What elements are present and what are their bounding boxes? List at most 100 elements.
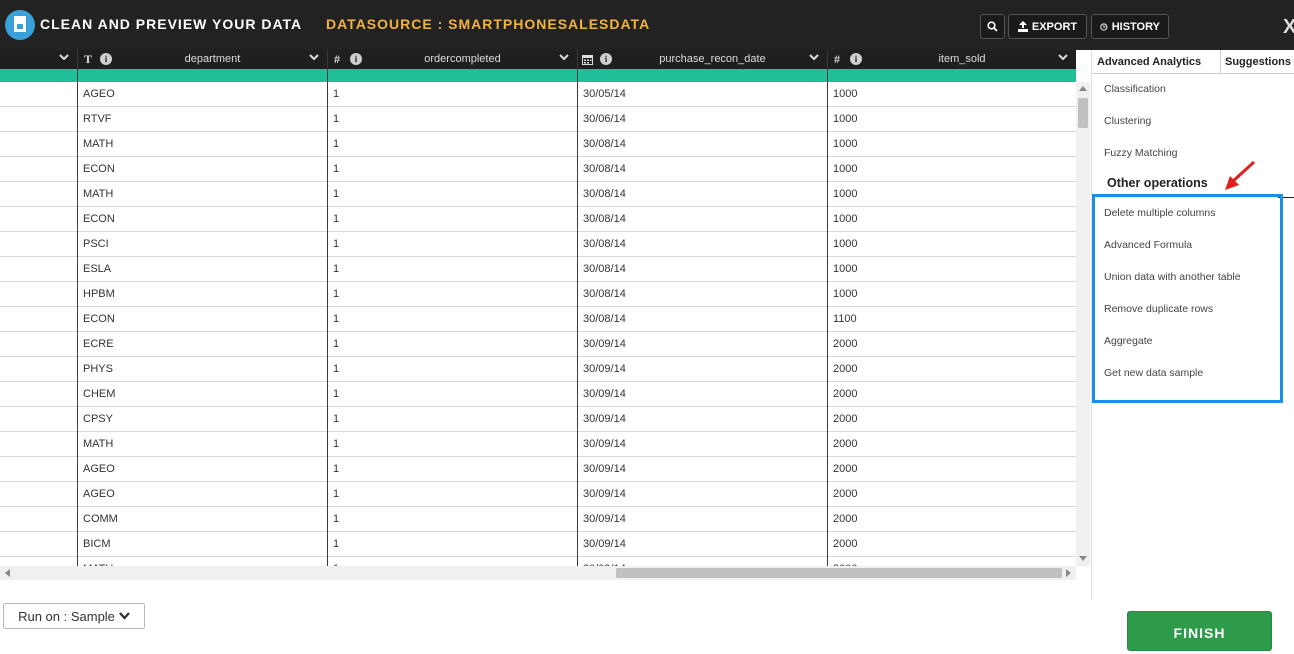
table-cell-date[interactable]: 30/09/14 [578,482,827,507]
table-cell[interactable] [0,282,77,307]
table-cell-ordercompleted[interactable]: 1 [328,482,577,507]
table-cell-item_sold[interactable]: 2000 [828,407,1076,432]
table-cell-item_sold[interactable]: 1000 [828,82,1076,107]
close-button[interactable]: X [1283,16,1294,39]
table-cell-department[interactable]: COMM [78,507,327,532]
table-cell-ordercompleted[interactable]: 1 [328,457,577,482]
table-cell[interactable] [0,82,77,107]
history-button[interactable]: HISTORY [1091,14,1169,39]
table-cell-date[interactable]: 30/09/14 [578,532,827,557]
table-cell-item_sold[interactable]: 1000 [828,282,1076,307]
chevron-down-icon[interactable] [309,54,319,61]
table-cell-department[interactable]: PSCI [78,232,327,257]
table-cell-item_sold[interactable]: 2000 [828,357,1076,382]
table-cell-date[interactable]: 30/09/14 [578,432,827,457]
table-cell-ordercompleted[interactable]: 1 [328,507,577,532]
table-cell-department[interactable]: CHEM [78,382,327,407]
table-cell[interactable] [0,482,77,507]
info-icon[interactable]: i [850,53,862,65]
table-cell-item_sold[interactable]: 2000 [828,457,1076,482]
table-cell-department[interactable]: CPSY [78,407,327,432]
table-cell[interactable] [0,532,77,557]
table-cell-item_sold[interactable]: 2000 [828,507,1076,532]
table-cell-item_sold[interactable]: 1000 [828,157,1076,182]
menu-item-classification[interactable]: Classification [1104,83,1166,95]
table-cell-ordercompleted[interactable]: 1 [328,207,577,232]
search-button[interactable] [980,14,1005,39]
scroll-right-icon[interactable] [1066,569,1071,577]
table-cell-date[interactable]: 30/09/14 [578,507,827,532]
table-cell[interactable] [0,107,77,132]
table-cell-department[interactable]: RTVF [78,107,327,132]
table-cell-ordercompleted[interactable]: 1 [328,432,577,457]
table-cell-ordercompleted[interactable]: 1 [328,157,577,182]
table-cell-ordercompleted[interactable]: 1 [328,382,577,407]
scroll-down-icon[interactable] [1079,556,1087,561]
table-cell[interactable] [0,507,77,532]
table-cell[interactable] [0,157,77,182]
table-cell-date[interactable]: 30/09/14 [578,457,827,482]
table-cell-item_sold[interactable]: 2000 [828,532,1076,557]
table-cell-department[interactable]: ECON [78,207,327,232]
table-cell-date[interactable]: 30/09/14 [578,382,827,407]
run-on-dropdown[interactable]: Run on : Sample [3,603,145,629]
table-cell-department[interactable]: MATH [78,432,327,457]
table-cell-date[interactable]: 30/08/14 [578,282,827,307]
table-cell[interactable] [0,307,77,332]
table-cell-ordercompleted[interactable]: 1 [328,257,577,282]
table-cell-item_sold[interactable]: 2000 [828,382,1076,407]
column-header-0[interactable] [0,50,77,69]
table-cell-department[interactable]: AGEO [78,82,327,107]
table-cell-department[interactable]: ESLA [78,257,327,282]
table-cell[interactable] [0,382,77,407]
column-header-department[interactable]: T i department [78,50,327,69]
column-header-purchase-recon-date[interactable]: i purchase_recon_date [578,50,827,69]
table-cell-date[interactable]: 30/08/14 [578,232,827,257]
info-icon[interactable]: i [100,53,112,65]
table-cell-date[interactable]: 30/09/14 [578,332,827,357]
table-cell-item_sold[interactable]: 1000 [828,232,1076,257]
table-cell-ordercompleted[interactable]: 1 [328,232,577,257]
table-cell[interactable] [0,232,77,257]
table-cell-item_sold[interactable]: 1000 [828,207,1076,232]
menu-item-clustering[interactable]: Clustering [1104,115,1151,127]
table-cell-department[interactable]: MATH [78,182,327,207]
menu-item-fuzzy-matching[interactable]: Fuzzy Matching [1104,147,1178,159]
horizontal-scroll-thumb[interactable] [616,568,1062,578]
table-cell-department[interactable]: MATH [78,132,327,157]
table-cell-department[interactable]: BICM [78,532,327,557]
tab-advanced-analytics[interactable]: Advanced Analytics [1097,50,1219,74]
table-cell-item_sold[interactable]: 1000 [828,107,1076,132]
table-cell-ordercompleted[interactable]: 1 [328,107,577,132]
table-cell-item_sold[interactable]: 1000 [828,257,1076,282]
table-cell-department[interactable]: ECRE [78,332,327,357]
table-cell-department[interactable]: ECON [78,157,327,182]
table-cell[interactable] [0,132,77,157]
table-cell[interactable] [0,332,77,357]
table-cell-ordercompleted[interactable]: 1 [328,282,577,307]
table-cell-department[interactable]: AGEO [78,482,327,507]
chevron-down-icon[interactable] [59,54,69,61]
table-cell[interactable] [0,207,77,232]
chevron-down-icon[interactable] [809,54,819,61]
table-cell[interactable] [0,407,77,432]
info-icon[interactable]: i [600,53,612,65]
vertical-scrollbar[interactable] [1076,82,1090,566]
table-cell-item_sold[interactable]: 2000 [828,332,1076,357]
table-cell-ordercompleted[interactable]: 1 [328,132,577,157]
table-cell-date[interactable]: 30/06/14 [578,107,827,132]
table-cell-date[interactable]: 30/08/14 [578,207,827,232]
table-cell-item_sold[interactable]: 2000 [828,432,1076,457]
scroll-up-icon[interactable] [1079,86,1087,91]
export-button[interactable]: EXPORT [1008,14,1087,39]
table-cell[interactable] [0,257,77,282]
chevron-down-icon[interactable] [1058,54,1068,61]
vertical-scroll-thumb[interactable] [1078,98,1088,128]
table-cell-date[interactable]: 30/09/14 [578,407,827,432]
table-cell-ordercompleted[interactable]: 1 [328,182,577,207]
table-cell-date[interactable]: 30/08/14 [578,157,827,182]
horizontal-scrollbar[interactable] [0,566,1076,580]
column-header-ordercompleted[interactable]: # i ordercompleted [328,50,577,69]
table-cell-date[interactable]: 30/08/14 [578,132,827,157]
tab-suggestions[interactable]: Suggestions [1220,50,1294,74]
